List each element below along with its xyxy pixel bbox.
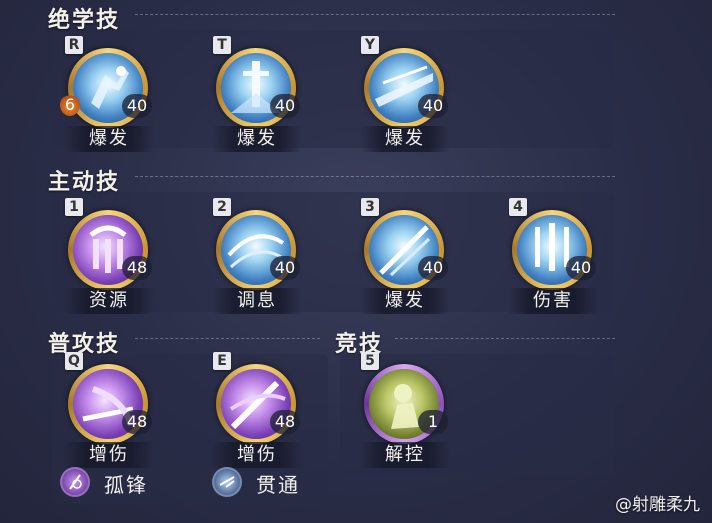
charge-count-badge: 6 bbox=[60, 94, 80, 116]
sword-stance-icon bbox=[60, 467, 90, 497]
pierce-icon bbox=[212, 467, 242, 497]
hotkey-badge: E bbox=[213, 352, 231, 370]
skill-slot-y[interactable]: Y 40 爆发 bbox=[356, 36, 456, 156]
skill-tag: 解控 bbox=[360, 442, 450, 468]
skill-tag: 增伤 bbox=[64, 442, 154, 468]
skill-tag: 爆发 bbox=[360, 126, 450, 152]
skill-slot-4[interactable]: 4 40 伤害 bbox=[504, 198, 604, 318]
section-divider bbox=[135, 338, 320, 339]
energy-cost: 40 bbox=[418, 256, 448, 280]
skill-slot-e[interactable]: E 48 增伤 bbox=[208, 352, 308, 472]
skill-slot-2[interactable]: 2 40 调息 bbox=[208, 198, 308, 318]
energy-cost: 40 bbox=[418, 94, 448, 118]
modifier-guantong[interactable]: 贯通 bbox=[212, 467, 332, 497]
hotkey-badge: Y bbox=[361, 36, 379, 54]
energy-cost: 40 bbox=[270, 94, 300, 118]
energy-cost: 48 bbox=[270, 410, 300, 434]
energy-cost: 40 bbox=[122, 94, 152, 118]
skill-tag: 调息 bbox=[212, 288, 302, 314]
skill-slot-3[interactable]: 3 40 爆发 bbox=[356, 198, 456, 318]
modifier-gufeng[interactable]: 孤锋 bbox=[60, 467, 180, 497]
energy-cost: 40 bbox=[270, 256, 300, 280]
hotkey-badge: 3 bbox=[361, 198, 379, 216]
hotkey-badge: 1 bbox=[65, 198, 83, 216]
skill-tag: 爆发 bbox=[360, 288, 450, 314]
hotkey-badge: 4 bbox=[509, 198, 527, 216]
hotkey-badge: Q bbox=[65, 352, 83, 370]
skill-slot-5[interactable]: 5 1 解控 bbox=[356, 352, 456, 472]
section-divider bbox=[135, 14, 615, 15]
energy-cost: 40 bbox=[566, 256, 596, 280]
skill-tag: 资源 bbox=[64, 288, 154, 314]
hotkey-badge: 2 bbox=[213, 198, 231, 216]
skill-slot-t[interactable]: T 40 爆发 bbox=[208, 36, 308, 156]
section-divider bbox=[135, 176, 615, 177]
hotkey-badge: 5 bbox=[361, 352, 379, 370]
hotkey-badge: T bbox=[213, 36, 231, 54]
hotkey-badge: R bbox=[65, 36, 83, 54]
skill-tag: 爆发 bbox=[64, 126, 154, 152]
skill-tag: 伤害 bbox=[508, 288, 598, 314]
skill-slot-1[interactable]: 1 48 资源 bbox=[60, 198, 160, 318]
modifier-label: 贯通 bbox=[256, 473, 300, 497]
energy-cost: 48 bbox=[122, 410, 152, 434]
energy-cost: 1 bbox=[418, 410, 448, 434]
skill-tag: 增伤 bbox=[212, 442, 302, 468]
modifier-label: 孤锋 bbox=[104, 473, 148, 497]
skill-slot-q[interactable]: Q 48 增伤 bbox=[60, 352, 160, 472]
section-divider bbox=[395, 338, 615, 339]
skill-slot-r[interactable]: R 6 40 爆发 bbox=[60, 36, 160, 156]
skill-tag: 爆发 bbox=[212, 126, 302, 152]
energy-cost: 48 bbox=[122, 256, 152, 280]
watermark: @射雕柔九 bbox=[615, 495, 700, 515]
